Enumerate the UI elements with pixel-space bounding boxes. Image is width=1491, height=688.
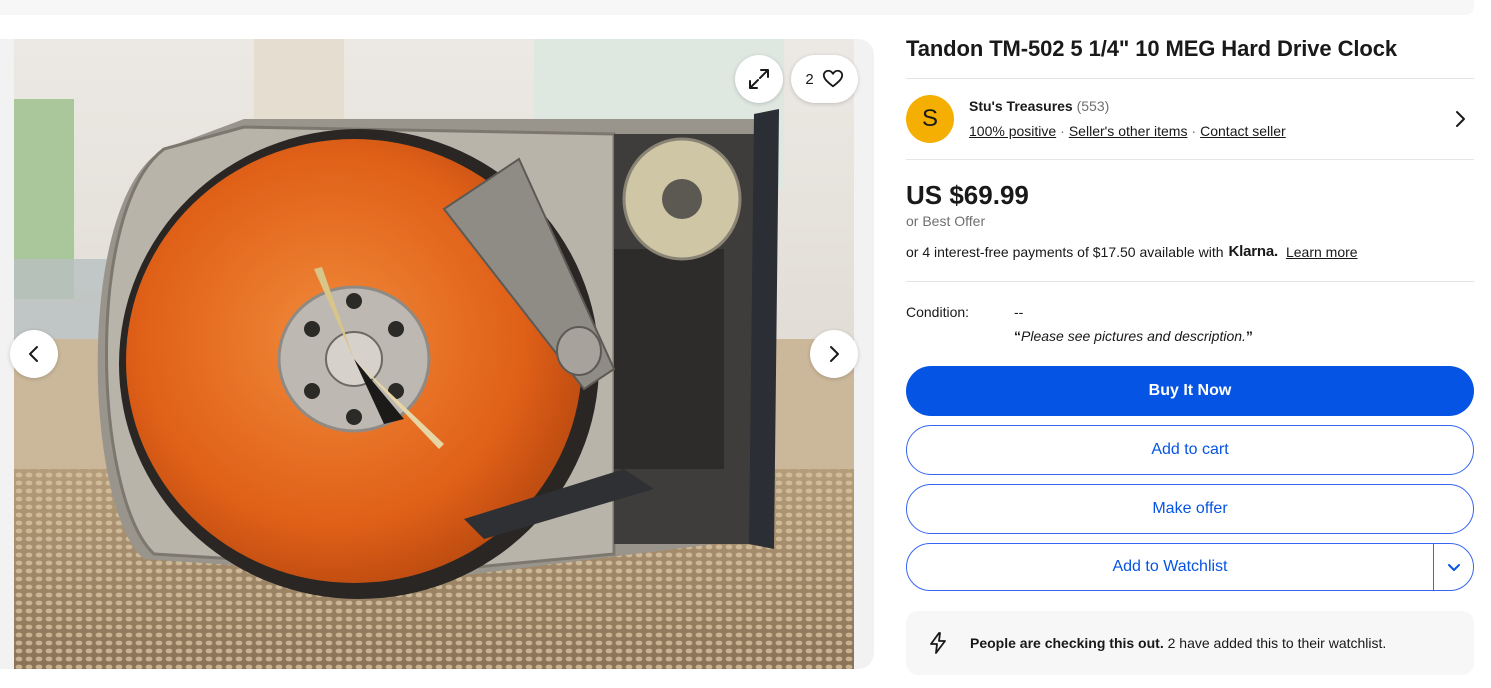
- klarna-logo: Klarna.: [1228, 243, 1279, 260]
- condition-description-text: Please see pictures and description.: [1021, 328, 1246, 344]
- seller-card[interactable]: S Stu's Treasures (553) 100% positive · Se…: [906, 95, 1474, 143]
- add-to-cart-button[interactable]: Add to cart: [906, 425, 1474, 475]
- seller-name-line: Stu's Treasures (553): [969, 98, 1109, 114]
- seller-feedback-count: (553): [1076, 98, 1110, 114]
- top-strip: [0, 0, 1474, 15]
- lightning-icon: [930, 632, 946, 654]
- watchlist-control: Add to Watchlist: [906, 543, 1474, 591]
- quote-open: “: [1014, 328, 1021, 344]
- best-offer-label: or Best Offer: [906, 213, 986, 229]
- seller-other-items-link[interactable]: Seller's other items: [1069, 123, 1188, 139]
- seller-links: 100% positive · Seller's other items · Conta…: [969, 123, 1286, 139]
- chevron-right-icon: [830, 346, 839, 362]
- seller-avatar: S: [906, 95, 954, 143]
- divider: [906, 78, 1474, 79]
- watch-alert: People are checking this out. 2 have add…: [906, 611, 1474, 675]
- seller-positive-link[interactable]: 100% positive: [969, 123, 1056, 139]
- alert-text: People are checking this out. 2 have add…: [970, 635, 1386, 651]
- seller-name[interactable]: Stu's Treasures: [969, 98, 1073, 114]
- contact-seller-link[interactable]: Contact seller: [1200, 123, 1286, 139]
- separator-dot: ·: [1191, 123, 1197, 139]
- learn-more-link[interactable]: Learn more: [1286, 244, 1358, 260]
- expand-icon: [749, 69, 769, 89]
- condition-value: --: [1014, 304, 1024, 320]
- chevron-right-icon[interactable]: [1450, 109, 1470, 129]
- add-to-watchlist-button[interactable]: Add to Watchlist: [907, 544, 1433, 590]
- alert-bold-text: People are checking this out.: [970, 635, 1164, 651]
- separator-dot: ·: [1060, 123, 1065, 139]
- divider: [906, 281, 1474, 282]
- expand-image-button[interactable]: [735, 55, 783, 103]
- alert-rest-text: 2 have added this to their watchlist.: [1163, 635, 1387, 651]
- heart-icon: [822, 69, 843, 88]
- image-gallery: 2: [0, 39, 874, 669]
- watchlist-dropdown-button[interactable]: [1433, 544, 1473, 590]
- next-image-button[interactable]: [810, 330, 858, 378]
- price: US $69.99: [906, 180, 1029, 210]
- product-photo[interactable]: [14, 39, 854, 669]
- watch-count-button[interactable]: 2: [791, 55, 858, 103]
- installments-line: or 4 interest-free payments of $17.50 av…: [906, 243, 1358, 260]
- condition-label: Condition:: [906, 304, 970, 320]
- condition-description: “Please see pictures and description.”: [1014, 328, 1253, 344]
- divider: [906, 159, 1474, 160]
- listing-title: Tandon TM-502 5 1/4" 10 MEG Hard Drive C…: [906, 36, 1397, 61]
- make-offer-button[interactable]: Make offer: [906, 484, 1474, 534]
- installments-text: or 4 interest-free payments of $17.50 av…: [906, 243, 1224, 260]
- chevron-left-icon: [29, 346, 38, 362]
- watch-count: 2: [805, 70, 814, 88]
- previous-image-button[interactable]: [10, 330, 58, 378]
- quote-close: ”: [1245, 328, 1253, 344]
- chevron-down-icon: [1447, 564, 1460, 571]
- buy-it-now-button[interactable]: Buy It Now: [906, 366, 1474, 416]
